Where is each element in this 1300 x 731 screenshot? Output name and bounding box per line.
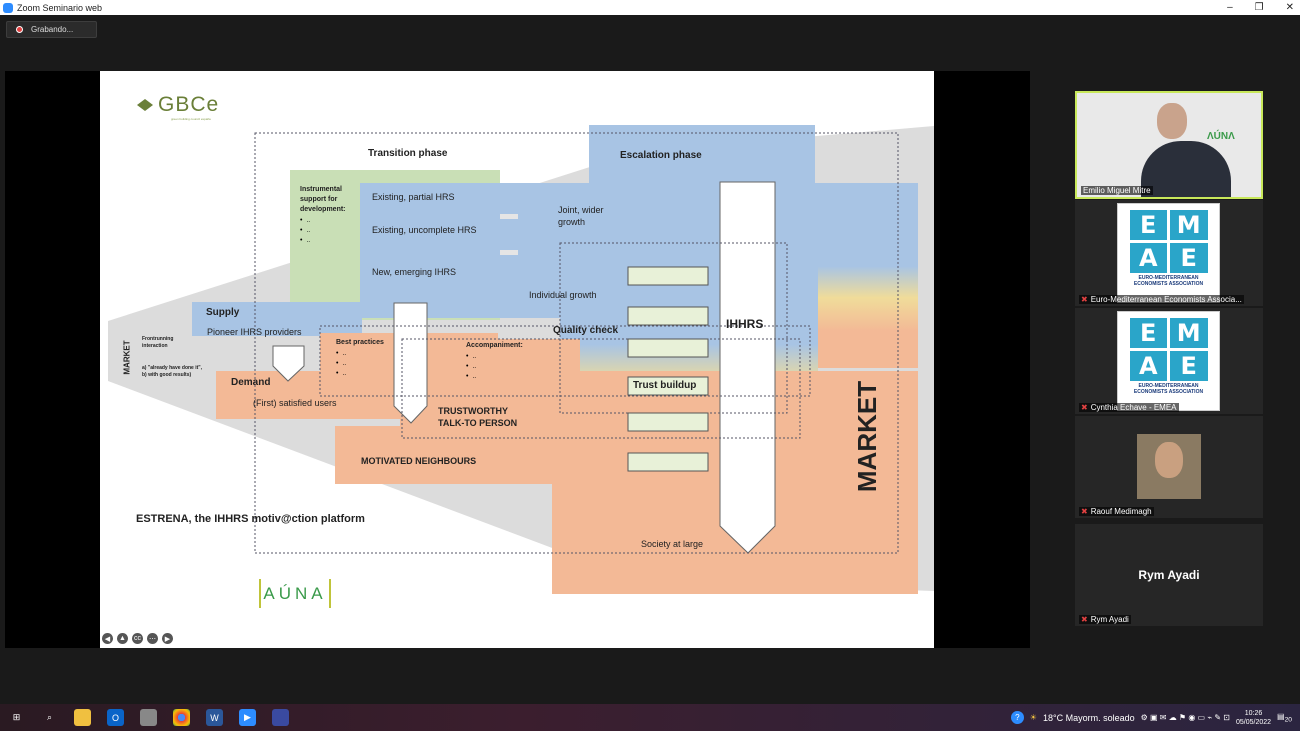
accompaniment-title: Accompaniment: [466, 342, 523, 349]
supply-label: Supply [206, 307, 240, 318]
weather-text[interactable]: 18°C Mayorm. soleado [1043, 713, 1135, 723]
participant-tile[interactable]: ✖ Raouf Medimagh [1075, 416, 1263, 518]
record-icon [16, 26, 23, 33]
best-practices-bullets: • .. • .. • .. [336, 350, 347, 377]
participant-name: ✖ Euro-Mediterranean Economists Associa..… [1079, 295, 1244, 304]
accompaniment-bullets: • .. • .. • .. [466, 353, 477, 380]
market-vertical-label: MARKET [852, 380, 883, 493]
society-box [552, 371, 818, 594]
participant-face [1157, 103, 1187, 139]
file-explorer-icon[interactable] [74, 709, 91, 726]
hrs-partial: Existing, partial HRS [372, 192, 455, 202]
recording-label: Grabando... [31, 25, 74, 34]
participant-name: ✖ Rym Ayadi [1079, 615, 1131, 624]
estrena-title: ESTRENA, the IHHRS motiv@ction platform [136, 513, 365, 525]
instrumental-bullets: • .. • .. • .. [300, 217, 311, 244]
participant-name: ✖ Raouf Medimagh [1079, 507, 1154, 516]
best-practices-title: Best practices [336, 339, 384, 346]
participant-tile[interactable]: EMAE EURO-MEDITERRANEAN ECONOMISTS ASSOC… [1075, 200, 1263, 306]
emea-logo: EMAE EURO-MEDITERRANEAN ECONOMISTS ASSOC… [1117, 203, 1220, 303]
help-icon[interactable]: ? [1010, 711, 1024, 724]
search-icon[interactable]: ⌕ [41, 709, 58, 726]
participant-body [1141, 141, 1231, 197]
participant-photo [1137, 434, 1201, 499]
system-tray: ? ☀ 18°C Mayorm. soleado ⚙ ▣ ✉ ☁ ⚑ ◉ ▭ ⌁… [1010, 704, 1300, 731]
trustworthy-arrow [393, 302, 428, 424]
captions-icon[interactable]: cc [132, 633, 143, 644]
gbce-logo-sub: green building council españa [171, 117, 211, 121]
society-label: Society at large [641, 539, 704, 549]
more-icon[interactable]: ⋯ [147, 633, 158, 644]
participant-tile[interactable]: EMAE EURO-MEDITERRANEAN ECONOMISTS ASSOC… [1075, 308, 1263, 414]
trustworthy-label: TRUSTWORTHY TALK-TO PERSON [438, 406, 518, 428]
slide-diagram [108, 125, 934, 594]
windows-start-icon[interactable]: ⊞ [8, 709, 25, 726]
recording-indicator[interactable]: Grabando... [6, 21, 97, 38]
demand-label: Demand [231, 377, 271, 388]
pioneer-label: Pioneer IHRS providers [207, 327, 302, 337]
auna-watermark-icon: ΛÚNΛ [1207, 131, 1235, 142]
transition-phase-label: Transition phase [368, 148, 448, 159]
slide-controls: ◀ ▲ cc ⋯ ▶ [102, 633, 173, 644]
participant-name-center: Rym Ayadi [1138, 568, 1200, 582]
frontrunning-title: Frontrunning interaction [142, 336, 174, 349]
gbce-leaf-icon [137, 99, 153, 111]
maximize-button[interactable]: ❐ [1255, 0, 1264, 15]
zoom-taskbar-icon[interactable]: ▶ [239, 709, 256, 726]
emea-logo: EMAE EURO-MEDITERRANEAN ECONOMISTS ASSOC… [1117, 311, 1220, 411]
prev-slide-icon[interactable]: ◀ [102, 633, 113, 644]
neighbours-box [335, 426, 565, 484]
frontrunning-a: a) "already have done it", [142, 365, 203, 371]
market-small-label: MARKET [122, 340, 132, 375]
individual-growth-label: Individual growth [529, 290, 597, 300]
right-gradient [818, 183, 918, 368]
outlook-icon[interactable]: O [107, 709, 124, 726]
muted-mic-icon: ✖ [1081, 403, 1088, 412]
ihhrs-label: IHHRS [726, 317, 764, 331]
close-button[interactable]: ✕ [1286, 0, 1294, 15]
zoom-icon [3, 2, 13, 13]
notifications-icon[interactable]: ▤20 [1277, 712, 1292, 724]
word-icon[interactable]: W [206, 709, 223, 726]
minimize-button[interactable]: – [1227, 0, 1233, 15]
calculator-icon[interactable] [140, 709, 157, 726]
motivated-neighbours-label: MOTIVATED NEIGHBOURS [361, 456, 477, 466]
joint-growth-label: Joint, wider growth [558, 205, 604, 227]
auna-logo-text: AÚNA [263, 583, 327, 603]
gbce-logo-text: GBCe [158, 93, 220, 116]
chrome-icon[interactable] [173, 709, 190, 726]
auna-logo: AÚNA [259, 579, 331, 608]
pointer-icon[interactable]: ▲ [117, 633, 128, 644]
tray-icons[interactable]: ⚙ ▣ ✉ ☁ ⚑ ◉ ▭ ⌁ ✎ ⊡ [1141, 713, 1230, 722]
window-titlebar: Zoom Seminario web – ❐ ✕ [0, 0, 1300, 15]
hrs-uncomplete: Existing, uncomplete HRS [372, 225, 477, 235]
participant-name: ✖ Cynthia Echave - EMEA [1079, 403, 1179, 412]
shared-slide: GBCe green building council españa Trans… [100, 71, 934, 648]
muted-mic-icon: ✖ [1081, 615, 1088, 624]
participant-tile[interactable]: Rym Ayadi ✖ Rym Ayadi [1075, 524, 1263, 626]
clock[interactable]: 10:26 05/05/2022 [1236, 709, 1271, 727]
window-title: Zoom Seminario web [17, 2, 103, 13]
escalation-phase-label: Escalation phase [620, 150, 702, 161]
participant-name: Emilio Miguel Mitre [1081, 186, 1153, 195]
next-slide-icon[interactable]: ▶ [162, 633, 173, 644]
instrumental-title: Instrumental support for development: [300, 186, 346, 213]
trust-buildup-label: Trust buildup [633, 380, 697, 391]
muted-mic-icon: ✖ [1081, 507, 1088, 516]
weather-icon: ☀ [1029, 713, 1037, 722]
quality-check-label: Quality check [553, 325, 619, 336]
frontrunning-b: b) with good results) [142, 372, 192, 378]
gbce-logo: GBCe green building council españa [135, 93, 220, 121]
muted-mic-icon: ✖ [1081, 295, 1088, 304]
hrs-emerging: New, emerging IHRS [372, 267, 457, 277]
app-icon[interactable] [272, 709, 289, 726]
windows-taskbar: ⊞ ⌕ O W ▶ ? ☀ 18°C Mayorm. soleado ⚙ ▣ ✉… [0, 704, 1300, 731]
participant-tile-active[interactable]: ΛÚNΛ Emilio Miguel Mitre [1075, 91, 1263, 199]
ihhrs-arrow [719, 181, 776, 554]
satisfied-label: (First) satisfied users [253, 398, 337, 408]
